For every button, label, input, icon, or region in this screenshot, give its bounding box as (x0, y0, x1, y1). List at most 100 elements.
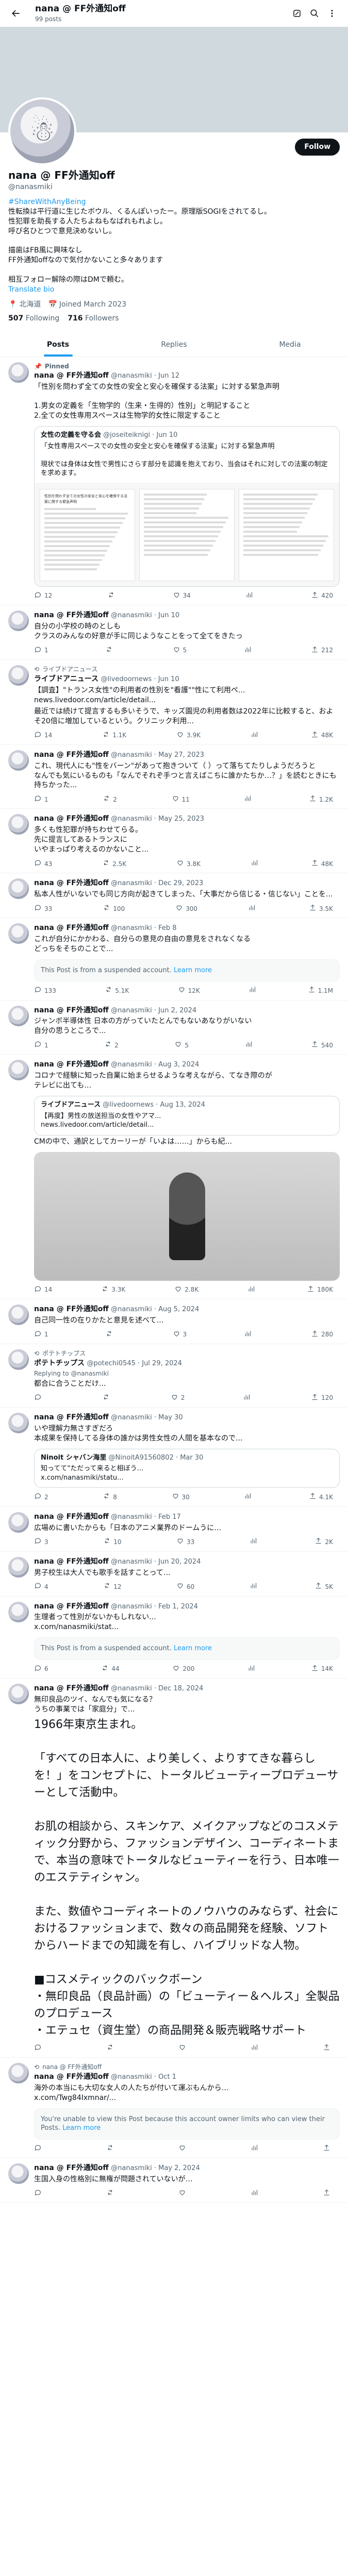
reply-button[interactable]: 1 (34, 794, 48, 804)
reply-button[interactable]: 14 (34, 1285, 52, 1295)
like-button[interactable]: 11 (172, 794, 190, 804)
tweet[interactable]: ⟲ ポテトチップス ポテトチップス @potechi0545 · Jul 29, 2… (0, 1344, 348, 1408)
share-button[interactable]: 1.2K (309, 794, 333, 804)
tweet-author-name[interactable]: nana @ FF外通知off (34, 1413, 109, 1421)
repost-button[interactable]: 44 (101, 1664, 120, 1674)
views-button[interactable] (243, 1393, 253, 1403)
repost-button[interactable] (105, 1330, 115, 1340)
like-button[interactable]: 30 (172, 1492, 190, 1502)
profile-avatar[interactable]: ☃ (8, 97, 76, 165)
tweet-author-name[interactable]: nana @ FF外通知off (34, 1602, 109, 1611)
tweet[interactable]: nana @ FF外通知off @nanasmiki · Feb 1, 2024… (0, 1597, 348, 1679)
tweet-avatar[interactable] (8, 1413, 29, 1434)
quoted-document-image[interactable]: 性別を問わず全ての女性の安全と安心を確保する法案に関する緊急声明 (35, 483, 339, 586)
share-button[interactable]: 420 (311, 591, 333, 601)
views-button[interactable] (251, 731, 261, 740)
share-button[interactable]: 4.1K (309, 1492, 333, 1502)
repost-button[interactable]: 10 (103, 1537, 121, 1547)
tweet[interactable]: nana @ FF外通知off @nanasmiki · Jun 20, 202… (0, 1552, 348, 1597)
tweet-author-name[interactable]: nana @ FF外通知off (34, 1557, 109, 1566)
search-icon[interactable] (306, 5, 323, 22)
like-button[interactable]: 5 (174, 1040, 189, 1050)
tweet[interactable]: nana @ FF外通知off @nanasmiki · Jun 10 自分の小学… (0, 605, 348, 660)
tab-replies[interactable]: Replies (116, 333, 232, 357)
tweet[interactable]: nana @ FF外通知off @nanasmiki · Jun 2, 2024… (0, 1001, 348, 1055)
like-button[interactable]: 33 (176, 1537, 194, 1547)
views-button[interactable] (244, 794, 254, 804)
grok-icon[interactable] (288, 5, 306, 22)
following-link[interactable]: 507 Following (8, 314, 59, 324)
translate-bio-link[interactable]: Translate bio (8, 285, 54, 294)
tweet[interactable]: nana @ FF外通知off @nanasmiki · Aug 5, 2024… (0, 1299, 348, 1344)
share-button[interactable]: 3.5K (309, 904, 333, 913)
repost-button[interactable] (105, 646, 115, 655)
like-button[interactable]: 2.8K (174, 1285, 198, 1295)
tweet-avatar[interactable] (8, 1512, 29, 1533)
reply-button[interactable] (34, 1393, 44, 1403)
tweet[interactable]: nana @ FF外通知off @nanasmiki · May 30 いや理解力… (0, 1408, 348, 1507)
tweet-author-name[interactable]: nana @ FF外通知off (34, 751, 109, 759)
repost-button[interactable]: 2 (103, 794, 117, 804)
share-button[interactable]: 48K (311, 859, 333, 869)
tweet-avatar[interactable] (8, 1304, 29, 1325)
tweet-author-name[interactable]: ライブドアニュース (34, 675, 98, 683)
views-button[interactable] (245, 1040, 255, 1050)
tweet-author-name[interactable]: nana @ FF外通知off (34, 1060, 109, 1069)
tweet[interactable]: nana @ FF外通知off @nanasmiki · Aug 3, 2024… (0, 1055, 348, 1299)
share-button[interactable]: 2K (314, 1537, 333, 1547)
tweet-author-name[interactable]: nana @ FF外通知off (34, 924, 109, 932)
tweet-avatar[interactable] (8, 814, 29, 835)
share-button[interactable] (323, 2043, 333, 2053)
tweet-avatar[interactable] (8, 923, 29, 944)
repost-button[interactable] (106, 2144, 117, 2154)
tweet-avatar[interactable] (8, 878, 29, 900)
repost-button[interactable]: 100 (103, 904, 125, 913)
share-button[interactable]: 280 (311, 1330, 333, 1340)
tweet-avatar[interactable] (8, 2163, 29, 2184)
tweet-avatar[interactable] (8, 1556, 29, 1578)
views-button[interactable] (244, 1492, 254, 1502)
like-button[interactable]: 12K (178, 986, 200, 995)
repost-button[interactable]: 2.5K (102, 859, 126, 869)
reply-button[interactable]: 4 (34, 1582, 48, 1591)
tweet-avatar[interactable] (8, 665, 29, 686)
like-button[interactable] (178, 2043, 189, 2053)
share-button[interactable]: 5K (314, 1582, 333, 1591)
like-button[interactable]: 300 (175, 904, 197, 913)
like-button[interactable]: 3.8K (176, 859, 201, 869)
share-button[interactable] (323, 2189, 333, 2198)
tweet-media-image[interactable] (34, 1151, 340, 1281)
reply-button[interactable] (34, 2144, 44, 2154)
more-options-icon[interactable] (323, 5, 341, 22)
reply-button[interactable] (34, 2189, 44, 2198)
tweet-author-name[interactable]: nana @ FF外通知off (34, 1305, 109, 1313)
tweet-author-name[interactable]: nana @ FF外通知off (34, 1684, 109, 1692)
repost-button[interactable]: 8 (103, 1492, 117, 1502)
reply-button[interactable]: 1 (34, 1040, 48, 1050)
followers-link[interactable]: 716 Followers (68, 314, 119, 324)
tweet-avatar[interactable] (8, 1684, 29, 1704)
tweet-author-name[interactable]: nana @ FF外通知off (34, 1006, 109, 1014)
tweet-author-name[interactable]: nana @ FF外通知off (34, 611, 109, 619)
tweet[interactable]: 📌 Pinned nana @ FF外通知off @nanasmiki · Jun … (0, 357, 348, 606)
learn-more-link[interactable]: Learn more (62, 2124, 101, 2132)
repost-button[interactable]: 3.3K (101, 1285, 125, 1295)
tweet-avatar[interactable] (8, 1060, 29, 1081)
like-button[interactable]: 3.9K (176, 731, 201, 740)
like-button[interactable]: 3 (173, 1330, 187, 1340)
reply-button[interactable]: 14 (34, 731, 52, 740)
learn-more-link[interactable]: Learn more (174, 1645, 212, 1652)
reply-button[interactable]: 2 (34, 1492, 48, 1502)
reply-button[interactable]: 6 (34, 1664, 48, 1674)
tweet-author-name[interactable]: nana @ FF外通知off (34, 2073, 109, 2081)
views-button[interactable] (244, 1330, 254, 1340)
tweet[interactable]: nana @ FF外通知off @nanasmiki · Feb 8 これが自分に… (0, 918, 348, 1001)
reply-button[interactable]: 3 (34, 1537, 48, 1547)
tweet-avatar[interactable] (8, 1349, 29, 1370)
repost-button[interactable]: 12 (103, 1582, 121, 1591)
views-button[interactable] (251, 2189, 261, 2198)
views-button[interactable] (248, 904, 258, 913)
reply-button[interactable] (34, 2043, 44, 2053)
replying-to[interactable]: Replying to @nanasmiki (34, 1369, 340, 1378)
repost-button[interactable] (106, 2189, 117, 2198)
